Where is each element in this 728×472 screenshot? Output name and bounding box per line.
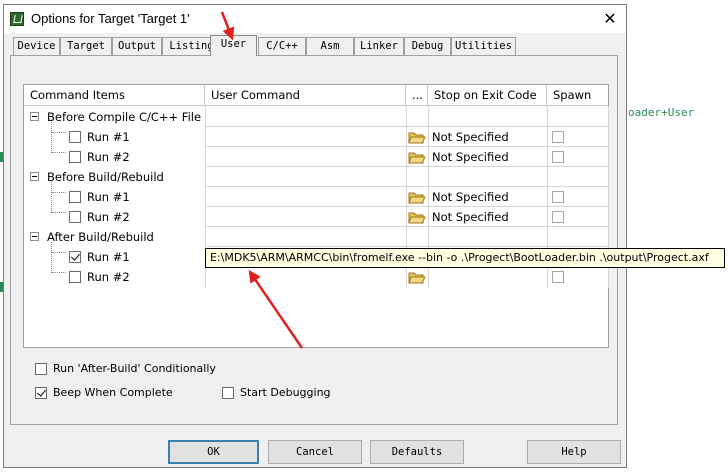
stop-on-exit-value[interactable]: Not Specified [432, 210, 509, 224]
run-label: Run #1 [87, 130, 130, 144]
group-label: After Build/Rebuild [47, 230, 154, 244]
run-label: Run #2 [87, 150, 130, 164]
command-row[interactable]: Run #1 Not Specified [24, 187, 608, 207]
tab-c-cpp[interactable]: C/C++ [258, 37, 306, 55]
folder-open-icon[interactable] [408, 130, 426, 144]
run-after-build-label: Run 'After-Build' Conditionally [53, 362, 216, 375]
tab-user[interactable]: User [210, 35, 257, 56]
background-code-text: oader+User [628, 106, 695, 119]
collapse-icon[interactable] [30, 172, 39, 181]
stop-on-exit-value[interactable]: Not Specified [432, 150, 509, 164]
cancel-button[interactable]: Cancel [268, 440, 362, 464]
collapse-icon[interactable] [30, 112, 39, 121]
run-label: Run #2 [87, 270, 130, 284]
spawn-checkbox[interactable] [552, 211, 564, 223]
folder-open-icon[interactable] [408, 270, 426, 284]
run-checkbox[interactable] [69, 251, 81, 263]
background-editor [620, 0, 728, 472]
run-checkbox[interactable] [69, 211, 81, 223]
command-row[interactable]: Run #1 Not Specified [24, 127, 608, 147]
beep-label: Beep When Complete [53, 386, 173, 399]
user-command-tooltip: E:\MDK5\ARM\ARMCC\bin\fromelf.exe --bin … [205, 248, 725, 268]
close-icon[interactable]: ✕ [600, 9, 620, 29]
header-browse[interactable]: ... [406, 85, 428, 106]
help-button[interactable]: Help [527, 440, 621, 464]
group-label: Before Compile C/C++ File [47, 110, 202, 124]
title-bar: Options for Target 'Target 1' ✕ [4, 5, 626, 33]
beep-checkbox[interactable] [35, 387, 47, 399]
command-row[interactable]: Run #2 Not Specified [24, 207, 608, 227]
defaults-button[interactable]: Defaults [370, 440, 464, 464]
spawn-checkbox[interactable] [552, 131, 564, 143]
group-label: Before Build/Rebuild [47, 170, 164, 184]
spawn-checkbox[interactable] [552, 191, 564, 203]
tab-target[interactable]: Target [60, 37, 112, 55]
folder-open-icon[interactable] [408, 150, 426, 164]
tree-group-row[interactable]: After Build/Rebuild [24, 227, 608, 247]
run-checkbox[interactable] [69, 131, 81, 143]
header-command-items[interactable]: Command Items [24, 85, 205, 106]
folder-open-icon[interactable] [408, 210, 426, 224]
run-checkbox[interactable] [69, 191, 81, 203]
tab-asm[interactable]: Asm [306, 37, 354, 55]
window-title: Options for Target 'Target 1' [31, 11, 190, 26]
tree-group-row[interactable]: Before Compile C/C++ File [24, 107, 608, 127]
stop-on-exit-value[interactable]: Not Specified [432, 130, 509, 144]
command-row[interactable]: Run #2 Not Specified [24, 147, 608, 167]
tab-output[interactable]: Output [112, 37, 162, 55]
spawn-checkbox[interactable] [552, 271, 564, 283]
header-stop-on-exit[interactable]: Stop on Exit Code [428, 85, 547, 106]
keil-uvision-icon [10, 12, 24, 26]
ok-button[interactable]: OK [168, 440, 259, 464]
tab-device[interactable]: Device [13, 37, 60, 55]
user-command-grid: Command Items User Command ... Stop on E… [23, 84, 609, 348]
run-checkbox[interactable] [69, 271, 81, 283]
header-user-command[interactable]: User Command [205, 85, 406, 106]
tree-group-row[interactable]: Before Build/Rebuild [24, 167, 608, 187]
stop-on-exit-value[interactable]: Not Specified [432, 190, 509, 204]
command-row[interactable]: Run #2 [24, 267, 608, 287]
folder-open-icon[interactable] [408, 190, 426, 204]
tab-debug[interactable]: Debug [404, 37, 451, 55]
run-after-build-checkbox[interactable] [35, 363, 47, 375]
tab-linker[interactable]: Linker [354, 37, 404, 55]
run-label: Run #2 [87, 210, 130, 224]
start-debugging-label: Start Debugging [240, 386, 331, 399]
run-label: Run #1 [87, 250, 130, 264]
start-debugging-checkbox[interactable] [222, 387, 234, 399]
spawn-checkbox[interactable] [552, 151, 564, 163]
header-spawn[interactable]: Spawn [547, 85, 608, 106]
run-checkbox[interactable] [69, 151, 81, 163]
collapse-icon[interactable] [30, 232, 39, 241]
tab-utilities[interactable]: Utilities [451, 37, 516, 55]
run-label: Run #1 [87, 190, 130, 204]
